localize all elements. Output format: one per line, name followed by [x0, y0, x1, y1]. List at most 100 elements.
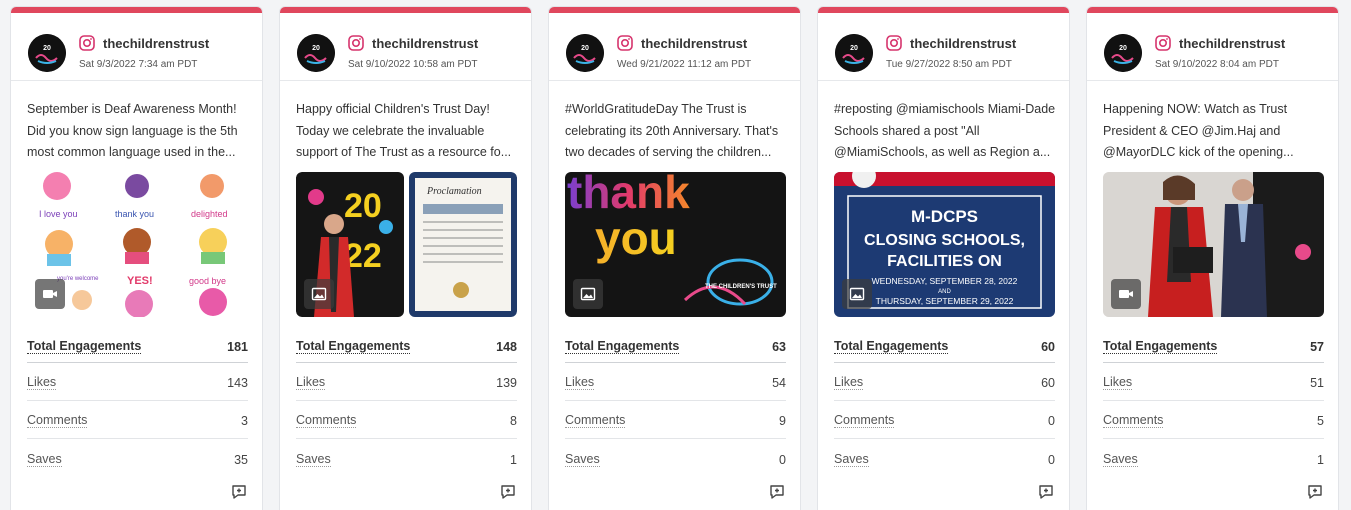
total-engagements-label[interactable]: Total Engagements: [296, 339, 411, 354]
avatar[interactable]: 20: [297, 34, 335, 72]
likes-label[interactable]: Likes: [296, 375, 326, 390]
comments-value: 5: [1317, 414, 1324, 428]
saves-label[interactable]: Saves: [1103, 452, 1138, 467]
post-card[interactable]: 20 thechildrenstrust Tue 9/27/2022 8:50 …: [817, 6, 1070, 510]
instagram-icon: [79, 35, 95, 51]
post-media[interactable]: I love you thank you delighted you're we…: [27, 172, 248, 317]
likes-row: Likes 60: [834, 363, 1055, 401]
saves-label[interactable]: Saves: [296, 452, 331, 467]
avatar[interactable]: 20: [835, 34, 873, 72]
saves-label[interactable]: Saves: [565, 452, 600, 467]
svg-text:20: 20: [43, 45, 51, 52]
svg-text:20: 20: [1119, 45, 1127, 52]
post-header: 20 thechildrenstrust Sat 9/10/2022 10:58…: [280, 13, 531, 81]
reply-icon[interactable]: [768, 483, 786, 501]
likes-row: Likes 54: [565, 363, 786, 401]
svg-text:Proclamation: Proclamation: [426, 186, 482, 197]
post-media[interactable]: [1103, 172, 1324, 317]
comments-value: 0: [1048, 414, 1055, 428]
svg-text:M-DCPS: M-DCPS: [911, 207, 978, 226]
svg-text:THE CHILDREN'S TRUST: THE CHILDREN'S TRUST: [705, 284, 777, 290]
media-photo-right: Proclamation: [409, 172, 517, 317]
likes-label[interactable]: Likes: [1103, 375, 1133, 390]
post-media[interactable]: thank you THE CHILDREN'S TRUST: [565, 172, 786, 317]
account-handle[interactable]: thechildrenstrust: [103, 36, 209, 51]
likes-label[interactable]: Likes: [27, 375, 57, 390]
saves-label[interactable]: Saves: [27, 452, 62, 467]
avatar[interactable]: 20: [28, 34, 66, 72]
total-engagements-value: 57: [1310, 340, 1324, 354]
account-handle[interactable]: thechildrenstrust: [641, 36, 747, 51]
engagement-metrics: Total Engagements 57 Likes 5 1 Comments 5…: [1103, 333, 1324, 477]
likes-label[interactable]: Likes: [565, 375, 595, 390]
reply-icon[interactable]: [230, 483, 248, 501]
reply-icon[interactable]: [499, 483, 517, 501]
avatar[interactable]: 20: [566, 34, 604, 72]
comments-label[interactable]: Comments: [27, 413, 88, 428]
account-handle[interactable]: thechildrenstrust: [372, 36, 478, 51]
instagram-icon: [1155, 35, 1171, 51]
post-timestamp: Sat 9/3/2022 7:34 am PDT: [79, 59, 198, 70]
comments-label[interactable]: Comments: [296, 413, 357, 428]
comments-label[interactable]: Comments: [565, 413, 626, 428]
total-engagements-row: Total Engagements 148: [296, 333, 517, 363]
svg-text:20: 20: [581, 45, 589, 52]
saves-value: 35: [234, 453, 248, 467]
account-handle[interactable]: thechildrenstrust: [910, 36, 1016, 51]
saves-value: 0: [779, 453, 786, 467]
image-icon: [311, 287, 327, 301]
comments-value: 8: [510, 414, 517, 428]
image-badge: [842, 279, 872, 309]
saves-row: Saves 0: [834, 439, 1055, 477]
post-card[interactable]: 20 thechildrenstrust Sat 9/3/2022 7:34 a…: [10, 6, 263, 510]
account-handle[interactable]: thechildrenstrust: [1179, 36, 1285, 51]
saves-row: Saves 0: [565, 439, 786, 477]
post-header: 20 thechildrenstrust Sat 9/3/2022 7:34 a…: [11, 13, 262, 81]
avatar[interactable]: 20: [1104, 34, 1142, 72]
total-engagements-label[interactable]: Total Engagements: [27, 339, 142, 354]
total-engagements-value: 148: [496, 340, 517, 354]
post-caption: September is Deaf Awareness Month! Did y…: [27, 102, 238, 159]
post-card[interactable]: 20 thechildrenstrust Wed 9/21/2022 11:12…: [548, 6, 801, 510]
total-engagements-label[interactable]: Total Engagements: [834, 339, 949, 354]
comments-row: Comments 8: [296, 401, 517, 439]
comments-row: Comments 5: [1103, 401, 1324, 439]
svg-text:WEDNESDAY, SEPTEMBER 28, 2022: WEDNESDAY, SEPTEMBER 28, 2022: [872, 276, 1018, 286]
likes-value: 139: [496, 376, 517, 390]
children-trust-logo: 20: [1104, 34, 1142, 72]
total-engagements-label[interactable]: Total Engagements: [1103, 339, 1218, 354]
post-card[interactable]: 20 thechildrenstrust Sat 9/10/2022 8:04 …: [1086, 6, 1339, 510]
saves-row: Saves 1: [296, 439, 517, 477]
children-trust-logo: 20: [566, 34, 604, 72]
total-engagements-value: 63: [772, 340, 786, 354]
video-icon: [1119, 290, 1133, 298]
post-timestamp: Sat 9/10/2022 8:04 am PDT: [1155, 59, 1279, 70]
video-icon: [43, 290, 57, 298]
children-trust-logo: 20: [28, 34, 66, 72]
saves-value: 0: [1048, 453, 1055, 467]
image-icon: [849, 287, 865, 301]
comments-row: Comments 9: [565, 401, 786, 439]
svg-text:I love you: I love you: [39, 209, 78, 219]
post-media[interactable]: 20 22 Proclamation: [296, 172, 517, 317]
likes-value: 54: [772, 376, 786, 390]
svg-text:good bye: good bye: [189, 276, 226, 286]
saves-row: Saves 35: [27, 439, 248, 477]
post-timestamp: Sat 9/10/2022 10:58 am PDT: [348, 59, 478, 70]
post-card[interactable]: 20 thechildrenstrust Sat 9/10/2022 10:58…: [279, 6, 532, 510]
post-media[interactable]: M-DCPS CLOSING SCHOOLS, FACILITIES ON WE…: [834, 172, 1055, 317]
reply-icon[interactable]: [1306, 483, 1324, 501]
comments-label[interactable]: Comments: [834, 413, 895, 428]
saves-value: 1: [510, 453, 517, 467]
likes-label[interactable]: Likes: [834, 375, 864, 390]
image-icon: [580, 287, 596, 301]
reply-icon[interactable]: [1037, 483, 1055, 501]
comments-label[interactable]: Comments: [1103, 413, 1164, 428]
engagement-metrics: Total Engagements 60 Likes 60 Comments 0…: [834, 333, 1055, 477]
post-caption: #reposting @miamischools Miami-Dade Scho…: [834, 102, 1056, 159]
saves-label[interactable]: Saves: [834, 452, 869, 467]
svg-text:20: 20: [850, 45, 858, 52]
total-engagements-label[interactable]: Total Engagements: [565, 339, 680, 354]
engagement-metrics: Total Engagements 148 Likes 139 Comments…: [296, 333, 517, 477]
saves-value: 1: [1317, 453, 1324, 467]
